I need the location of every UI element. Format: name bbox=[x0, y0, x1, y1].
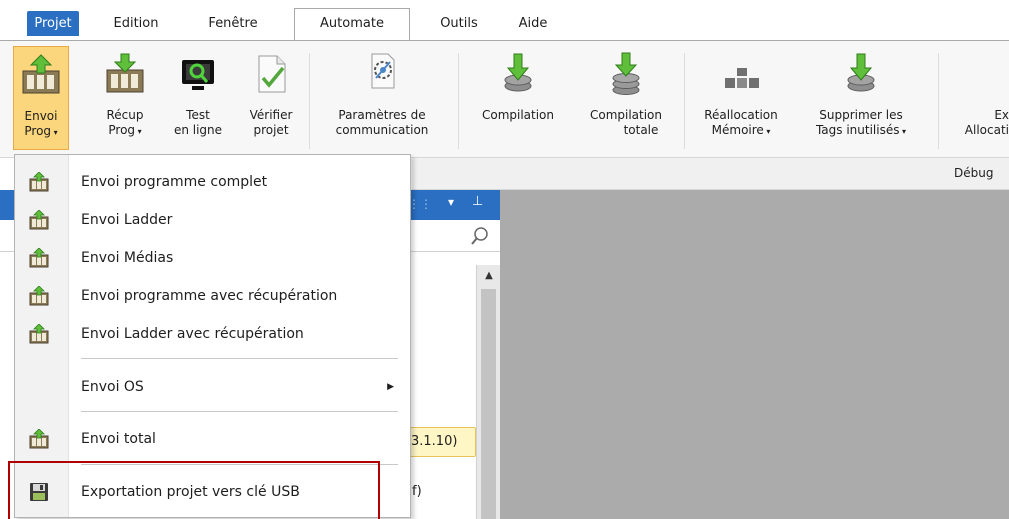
menu-tab-outils[interactable]: Outils bbox=[429, 11, 489, 36]
compilation-totale-label: Compilation totale bbox=[589, 108, 663, 137]
upload-plc-icon bbox=[29, 248, 49, 268]
menu-item-label: Envoi programme complet bbox=[81, 174, 268, 190]
test-en-ligne-button[interactable]: Test en ligne bbox=[163, 46, 233, 150]
search-icon[interactable] bbox=[470, 226, 490, 246]
scroll-up-icon[interactable]: ▲ bbox=[477, 265, 501, 287]
menu-item-envoi-ladder-recuperation[interactable]: Envoi Ladder avec récupération bbox=[15, 315, 410, 353]
ribbon-separator bbox=[684, 53, 685, 149]
upload-plc-icon bbox=[29, 286, 49, 306]
download-from-plc-icon bbox=[106, 53, 144, 93]
menu-item-envoi-medias[interactable]: Envoi Médias bbox=[15, 239, 410, 277]
export-allocation-label: Ex Allocati bbox=[964, 108, 1009, 137]
ribbon-separator bbox=[458, 53, 459, 149]
workspace-area bbox=[500, 190, 1009, 519]
menu-item-label: Envoi Ladder avec récupération bbox=[81, 326, 304, 342]
pane-pin-icon[interactable]: ⊥ bbox=[472, 194, 483, 209]
supprimer-tags-label: Supprimer les Tags inutilisés ▾ bbox=[815, 108, 907, 137]
envoi-prog-button[interactable]: Envoi Prog ▾ bbox=[13, 46, 69, 150]
parametres-communication-label: Paramètres de communication bbox=[335, 108, 429, 137]
menu-tab-projet[interactable]: Projet bbox=[27, 11, 79, 36]
scroll-thumb[interactable] bbox=[481, 289, 496, 519]
menu-item-label: Envoi OS bbox=[81, 379, 144, 395]
reallocation-memoire-label: Réallocation Mémoire ▾ bbox=[704, 108, 778, 137]
memory-realloc-icon bbox=[725, 68, 759, 88]
communication-settings-icon bbox=[371, 53, 395, 89]
tree-item-badge[interactable]: 3.1.10) bbox=[406, 427, 476, 457]
compilation-totale-button[interactable]: Compilation totale bbox=[574, 46, 678, 150]
compilation-label: Compilation bbox=[481, 108, 555, 122]
menu-separator bbox=[81, 358, 398, 359]
menu-item-envoi-total[interactable]: Envoi total bbox=[15, 420, 410, 458]
online-test-icon bbox=[182, 60, 214, 90]
ribbon-group-bar: Débug bbox=[412, 158, 1009, 190]
upload-plc-icon bbox=[29, 324, 49, 344]
tree-item-partial: f) bbox=[412, 484, 422, 499]
pane-grip-icon: ⋮⋮ bbox=[408, 197, 432, 211]
menu-separator bbox=[81, 411, 398, 412]
menu-bar: Projet Edition Fenêtre Automate Outils A… bbox=[0, 0, 1009, 41]
ribbon-separator bbox=[309, 53, 310, 149]
full-compile-icon bbox=[612, 52, 640, 95]
submenu-arrow-icon: ▶ bbox=[387, 382, 394, 392]
upload-to-plc-icon bbox=[22, 54, 60, 94]
upload-plc-icon bbox=[29, 210, 49, 230]
pane-scrollbar[interactable]: ▲ bbox=[476, 265, 500, 519]
menu-item-label: Envoi programme avec récupération bbox=[81, 288, 338, 304]
parametres-communication-button[interactable]: Paramètres de communication bbox=[314, 46, 450, 150]
verify-project-icon bbox=[258, 55, 286, 93]
export-allocation-button[interactable]: Ex Allocati bbox=[944, 46, 1009, 150]
highlight-annotation bbox=[8, 461, 380, 519]
menu-item-envoi-programme-recuperation[interactable]: Envoi programme avec récupération bbox=[15, 277, 410, 315]
menu-tab-edition[interactable]: Edition bbox=[101, 11, 171, 36]
upload-plc-icon bbox=[29, 429, 49, 449]
verifier-projet-button[interactable]: Vérifier projet bbox=[241, 46, 301, 150]
menu-tab-automate[interactable]: Automate bbox=[294, 8, 410, 41]
menu-tab-fenetre[interactable]: Fenêtre bbox=[193, 11, 273, 36]
supprimer-tags-button[interactable]: Supprimer les Tags inutilisés ▾ bbox=[800, 46, 922, 150]
menu-item-label: Envoi Ladder bbox=[81, 212, 173, 228]
recup-prog-label: Récup Prog ▾ bbox=[106, 108, 144, 137]
verifier-projet-label: Vérifier projet bbox=[249, 108, 293, 137]
menu-item-envoi-os[interactable]: Envoi OS ▶ bbox=[15, 368, 410, 406]
debug-group-label: Débug bbox=[954, 166, 994, 180]
menu-item-envoi-programme-complet[interactable]: Envoi programme complet bbox=[15, 163, 410, 201]
pane-menu-icon[interactable]: ▾ bbox=[448, 195, 454, 209]
test-en-ligne-label: Test en ligne bbox=[173, 108, 223, 137]
envoi-prog-label: Envoi Prog ▾ bbox=[24, 109, 58, 138]
menu-item-label: Envoi Médias bbox=[81, 250, 174, 266]
upload-plc-icon bbox=[29, 172, 49, 192]
menu-item-envoi-ladder[interactable]: Envoi Ladder bbox=[15, 201, 410, 239]
reallocation-memoire-button[interactable]: Réallocation Mémoire ▾ bbox=[690, 46, 792, 150]
menu-tab-aide[interactable]: Aide bbox=[507, 11, 559, 36]
ribbon-separator bbox=[938, 53, 939, 149]
compilation-button[interactable]: Compilation bbox=[466, 46, 570, 150]
compile-icon bbox=[504, 53, 532, 92]
menu-item-label: Envoi total bbox=[81, 431, 156, 447]
delete-unused-tags-icon bbox=[847, 53, 875, 92]
recup-prog-button[interactable]: Récup Prog ▾ bbox=[94, 46, 156, 150]
ribbon: Envoi Prog ▾ Récup Prog ▾ Test en ligne bbox=[0, 40, 1009, 158]
